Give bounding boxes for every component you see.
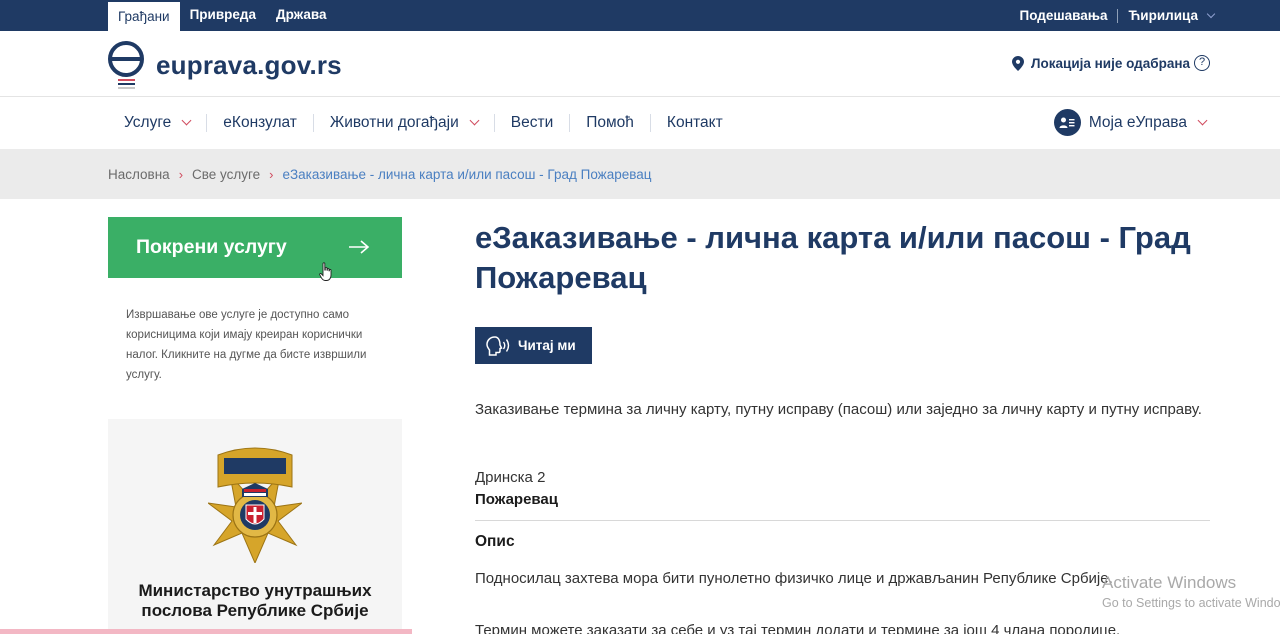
location-selector[interactable]: Локација није одабрана ? (1012, 55, 1210, 71)
top-bar-right: Подешавања Ћирилица (1020, 0, 1216, 31)
divider (1117, 8, 1119, 23)
nav-item-news[interactable]: Вести (495, 97, 569, 149)
description-paragraph: Подносилац захтева мора бити пунолетно ф… (475, 570, 1113, 587)
read-aloud-button[interactable]: Читај ми (475, 327, 592, 364)
audience-tabs: Грађани Привреда Држава (108, 0, 337, 31)
account-menu[interactable]: Моја еУправа (1053, 109, 1208, 136)
nav-item-label: Помоћ (586, 114, 634, 131)
location-label: Локација није одабрана (1031, 55, 1190, 71)
chevron-down-icon (181, 115, 192, 126)
watermark-title: Activate Windows (1102, 573, 1237, 592)
hand-cursor-icon (319, 262, 332, 281)
windows-activation-watermark: Activate Windows Go to Settings to activ… (1102, 572, 1280, 612)
breadcrumb-home[interactable]: Насловна (108, 167, 170, 182)
chevron-down-icon (469, 115, 480, 126)
description-heading: Опис (475, 533, 515, 550)
main-nav: Услуге еКонзулат Животни догађаји Вести … (0, 97, 1280, 149)
site-header: euprava.gov.rs Локација није одабрана ? (0, 31, 1280, 97)
breadcrumb-current: еЗаказивање - лична карта и/или пасош - … (282, 166, 652, 182)
nav-item-life-events[interactable]: Животни догађаји (314, 97, 494, 149)
ministry-card: Министарство унутрашњих послова Републик… (108, 419, 402, 634)
logo-text: euprava.gov.rs (156, 49, 342, 80)
site-logo[interactable]: euprava.gov.rs (108, 40, 342, 90)
nav-items: Услуге еКонзулат Животни догађаји Вести … (108, 97, 739, 149)
police-badge-icon (208, 447, 302, 563)
chevron-right-icon: › (269, 166, 274, 182)
breadcrumb-row: Насловна › Све услуге › еЗаказивање - ли… (108, 149, 652, 199)
start-service-button[interactable]: Покрени услугу (108, 217, 402, 278)
nav-item-label: Услуге (124, 114, 172, 131)
nav-item-contact[interactable]: Контакт (651, 97, 739, 149)
divider (475, 520, 1210, 521)
breadcrumb-all-services[interactable]: Све услуге (192, 167, 260, 182)
tab-state[interactable]: Држава (266, 0, 337, 31)
office-city: Пожаревац (475, 491, 558, 508)
description-paragraph: Термин можете заказати за себе и уз тај … (475, 622, 1121, 634)
chevron-down-icon (1197, 115, 1208, 125)
arrow-right-icon (349, 240, 370, 254)
tab-citizens[interactable]: Грађани (108, 0, 180, 31)
help-icon[interactable]: ? (1194, 55, 1210, 71)
nav-item-econsulate[interactable]: еКонзулат (207, 97, 313, 149)
page-progress-bar (0, 629, 412, 634)
nav-item-services[interactable]: Услуге (108, 97, 206, 149)
nav-item-label: еКонзулат (223, 114, 297, 131)
user-card-icon (1053, 109, 1081, 136)
watermark-subtitle: Go to Settings to activate Windows. (1102, 596, 1280, 610)
settings-link[interactable]: Подешавања (1020, 8, 1108, 23)
chevron-down-icon[interactable] (1206, 9, 1216, 18)
tab-business[interactable]: Привреда (180, 0, 266, 31)
service-note: Извршавање ове услуге је доступно само к… (126, 309, 367, 381)
breadcrumb: Насловна › Све услуге › еЗаказивање - ли… (0, 149, 1280, 199)
ministry-name: Министарство унутрашњих послова Републик… (138, 581, 372, 620)
read-aloud-label: Читај ми (518, 338, 576, 353)
service-intro: Заказивање термина за личну карту, путну… (475, 401, 1202, 418)
start-service-label: Покрени услугу (136, 236, 287, 258)
speaking-head-icon (486, 335, 510, 356)
euprava-logo-icon (108, 40, 146, 90)
top-bar: Грађани Привреда Држава Подешавања Ћирил… (0, 0, 1280, 31)
nav-item-help[interactable]: Помоћ (570, 97, 650, 149)
nav-item-label: Вести (510, 114, 554, 131)
account-label: Моја еУправа (1088, 113, 1187, 131)
script-selector[interactable]: Ћирилица (1128, 8, 1198, 23)
location-pin-icon (1012, 55, 1025, 71)
page-title: еЗаказивање - лична карта и/или пасош - … (475, 220, 1191, 295)
nav-item-label: Животни догађаји (329, 114, 459, 131)
chevron-right-icon: › (178, 166, 184, 182)
nav-item-label: Контакт (666, 114, 723, 131)
office-address: Дринска 2 (475, 469, 546, 486)
